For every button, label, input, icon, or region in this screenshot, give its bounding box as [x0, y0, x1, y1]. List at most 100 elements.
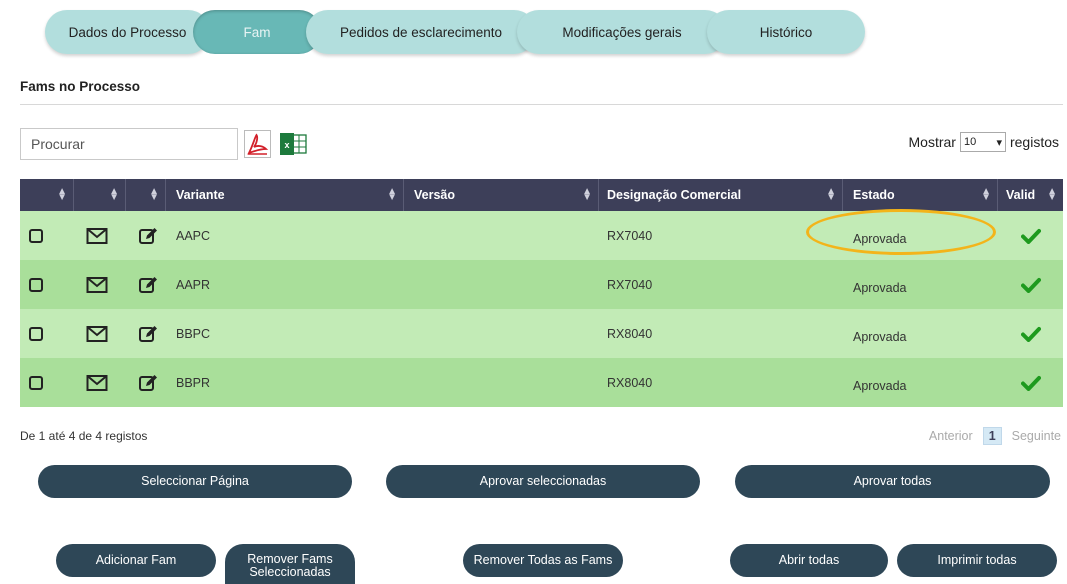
checkmark-icon — [1020, 277, 1041, 293]
row-checkbox[interactable] — [29, 326, 43, 341]
table-row: BBPR RX8040 Aprovada — [20, 358, 1063, 407]
row-checkbox[interactable] — [29, 375, 43, 390]
sort-icon: ▲ ▼ — [826, 186, 836, 203]
divider — [20, 104, 1063, 105]
page-length-control: Mostrar 10 ▾ registos — [909, 132, 1059, 152]
tab-modificacoes-gerais[interactable]: Modificações gerais — [517, 10, 727, 54]
row-message-cell — [74, 211, 126, 260]
open-all-button[interactable]: Abrir todas — [730, 544, 888, 577]
row-message-cell — [74, 358, 126, 407]
edit-icon[interactable] — [138, 373, 158, 393]
estado-cell: Aprovada — [853, 378, 907, 393]
checkmark-icon — [1020, 326, 1041, 342]
column-header-designacao[interactable]: Designação Comercial ▲ ▼ — [599, 179, 843, 211]
row-select-cell — [20, 358, 74, 407]
edit-icon[interactable] — [138, 324, 158, 344]
pagination-previous[interactable]: Anterior — [929, 429, 973, 443]
search-input[interactable] — [20, 128, 238, 160]
sort-icon: ▲ ▼ — [1047, 186, 1057, 203]
row-select-cell — [20, 309, 74, 358]
chevron-down-icon: ▾ — [996, 136, 1002, 149]
envelope-icon[interactable] — [86, 325, 108, 343]
row-edit-cell — [126, 260, 166, 309]
estado-cell: Aprovada — [853, 329, 907, 344]
show-suffix: registos — [1009, 134, 1059, 150]
valid-cell — [998, 309, 1063, 358]
versao-cell — [404, 358, 599, 407]
add-fam-button[interactable]: Adicionar Fam — [56, 544, 216, 577]
pagination-next[interactable]: Seguinte — [1012, 429, 1061, 443]
tab-pedidos-de-esclarecimento[interactable]: Pedidos de esclarecimento — [306, 10, 536, 54]
column-header-estado[interactable]: Estado ▲ ▼ — [843, 179, 998, 211]
tab-dados-do-processo[interactable]: Dados do Processo — [45, 10, 210, 54]
pagination-current-page[interactable]: 1 — [982, 427, 1002, 445]
page-length-select[interactable]: 10 ▾ — [959, 132, 1006, 152]
pdf-icon[interactable] — [244, 130, 271, 158]
table-header: ▲ ▼ ▲ ▼ ▲ ▼ Variante ▲ ▼ Versão ▲ ▼ Designação … — [20, 179, 1063, 211]
print-all-button[interactable]: Imprimir todas — [897, 544, 1057, 577]
designacao-cell: RX8040 — [607, 326, 653, 341]
row-message-cell — [74, 309, 126, 358]
column-header-message[interactable]: ▲ ▼ — [74, 179, 126, 211]
variante-cell: BBPR — [176, 375, 211, 390]
versao-cell — [404, 211, 599, 260]
estado-cell: Aprovada — [853, 280, 907, 295]
checkmark-icon — [1020, 228, 1041, 244]
tab-fam[interactable]: Fam — [193, 10, 321, 54]
sort-icon: ▲ ▼ — [149, 186, 159, 203]
tab-bar: Dados do Processo Fam Pedidos de esclare… — [10, 10, 865, 54]
select-page-button[interactable]: Seleccionar Página — [38, 465, 352, 498]
variante-cell: AAPR — [176, 277, 211, 292]
column-header-select[interactable]: ▲ ▼ — [20, 179, 74, 211]
remove-selected-button[interactable]: Remover Fams Seleccionadas — [225, 544, 355, 584]
column-header-valid[interactable]: Valid ▲ ▼ — [998, 179, 1063, 211]
approve-selected-button[interactable]: Aprovar seleccionadas — [386, 465, 700, 498]
edit-icon[interactable] — [138, 275, 158, 295]
variante-cell: BBPC — [176, 326, 211, 341]
valid-cell — [998, 358, 1063, 407]
page-length-value: 10 — [963, 136, 977, 148]
valid-cell — [998, 260, 1063, 309]
column-header-versao[interactable]: Versão ▲ ▼ — [404, 179, 599, 211]
row-checkbox[interactable] — [29, 228, 43, 243]
row-edit-cell — [126, 358, 166, 407]
table-row: AAPC RX7040 Aprovada — [20, 211, 1063, 260]
svg-text:x: x — [284, 140, 289, 150]
sort-icon: ▲ ▼ — [109, 186, 119, 203]
variante-cell: AAPC — [176, 228, 211, 243]
designacao-cell: RX8040 — [607, 375, 653, 390]
row-checkbox[interactable] — [29, 277, 43, 292]
envelope-icon[interactable] — [86, 374, 108, 392]
section-title: Fams no Processo — [20, 79, 141, 94]
excel-icon[interactable]: x — [279, 132, 307, 156]
fams-table: ▲ ▼ ▲ ▼ ▲ ▼ Variante ▲ ▼ Versão ▲ ▼ Designação … — [20, 179, 1063, 407]
row-select-cell — [20, 260, 74, 309]
remove-all-button[interactable]: Remover Todas as Fams — [463, 544, 623, 577]
pagination: Anterior 1 Seguinte — [929, 427, 1061, 445]
sort-icon: ▲ ▼ — [981, 186, 991, 203]
sort-icon: ▲ ▼ — [582, 186, 592, 203]
column-header-edit[interactable]: ▲ ▼ — [126, 179, 166, 211]
versao-cell — [404, 309, 599, 358]
versao-cell — [404, 260, 599, 309]
tab-historico[interactable]: Histórico — [707, 10, 865, 54]
show-prefix: Mostrar — [908, 134, 956, 150]
column-header-variante[interactable]: Variante ▲ ▼ — [166, 179, 404, 211]
edit-icon[interactable] — [138, 226, 158, 246]
checkmark-icon — [1020, 375, 1041, 391]
table-info: De 1 até 4 de 4 registos — [20, 429, 148, 443]
approve-all-button[interactable]: Aprovar todas — [735, 465, 1050, 498]
sort-icon: ▲ ▼ — [57, 186, 67, 203]
row-message-cell — [74, 260, 126, 309]
envelope-icon[interactable] — [86, 276, 108, 294]
envelope-icon[interactable] — [86, 227, 108, 245]
designacao-cell: RX7040 — [607, 228, 653, 243]
row-edit-cell — [126, 309, 166, 358]
valid-cell — [998, 211, 1063, 260]
row-select-cell — [20, 211, 74, 260]
sort-icon: ▲ ▼ — [387, 186, 397, 203]
row-edit-cell — [126, 211, 166, 260]
table-row: BBPC RX8040 Aprovada — [20, 309, 1063, 358]
estado-cell: Aprovada — [853, 231, 907, 246]
designacao-cell: RX7040 — [607, 277, 653, 292]
